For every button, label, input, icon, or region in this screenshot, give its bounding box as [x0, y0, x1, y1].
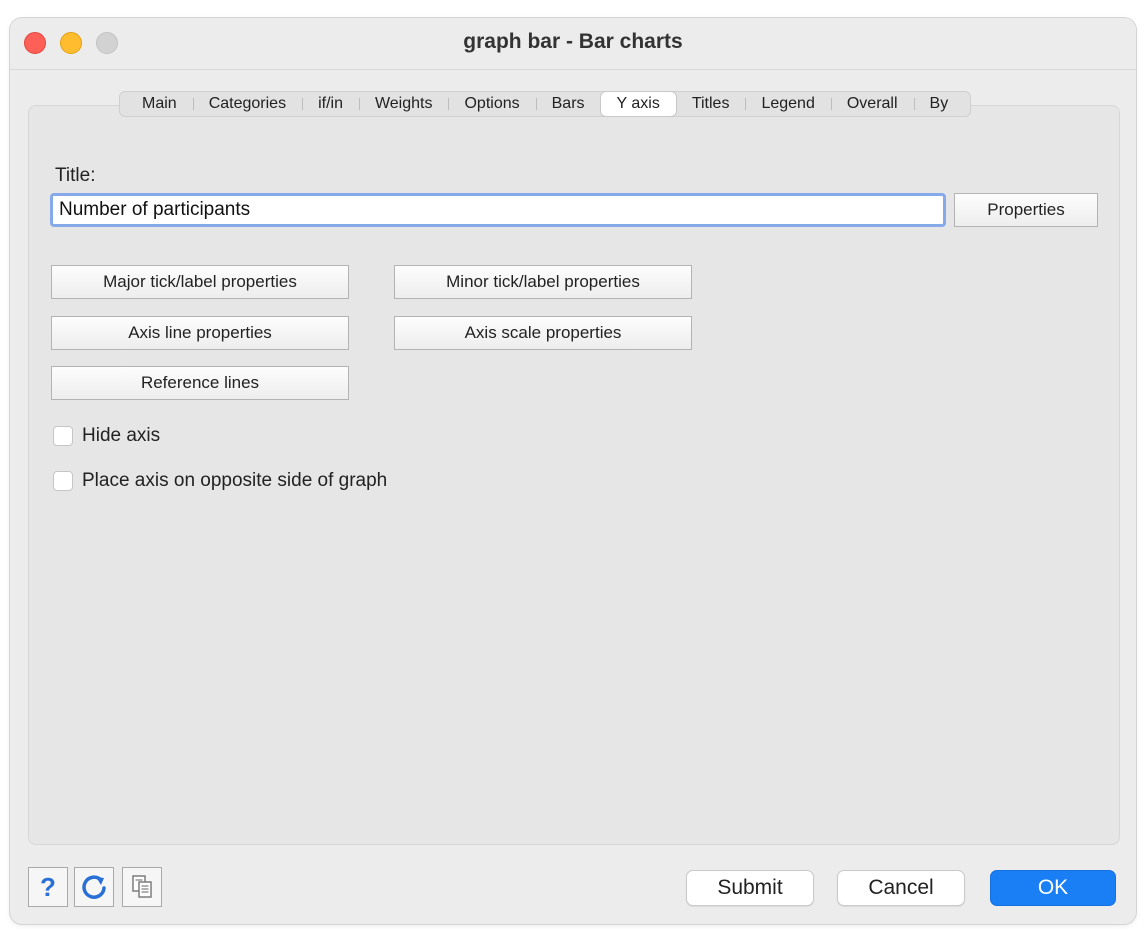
- tab-weights[interactable]: Weights: [358, 92, 449, 116]
- tab-y-axis[interactable]: Y axis: [600, 92, 676, 116]
- reference-lines-button[interactable]: Reference lines: [51, 366, 349, 400]
- title-bar: graph bar - Bar charts: [10, 18, 1136, 70]
- tab-overall[interactable]: Overall: [830, 92, 914, 116]
- opposite-side-checkbox[interactable]: [53, 471, 73, 491]
- major-tick-label-properties-button[interactable]: Major tick/label properties: [51, 265, 349, 299]
- minor-tick-label-properties-button[interactable]: Minor tick/label properties: [394, 265, 692, 299]
- dialog-window: graph bar - Bar charts Main Categories i…: [10, 18, 1136, 924]
- tab-main[interactable]: Main: [126, 92, 193, 116]
- opposite-side-option[interactable]: Place axis on opposite side of graph: [53, 470, 387, 492]
- hide-axis-label: Hide axis: [82, 425, 161, 446]
- tab-titles[interactable]: Titles: [676, 92, 746, 116]
- tab-options[interactable]: Options: [448, 92, 535, 116]
- ok-button[interactable]: OK: [990, 870, 1116, 906]
- axis-scale-properties-button[interactable]: Axis scale properties: [394, 316, 692, 350]
- help-icon: ?: [40, 871, 56, 902]
- tab-categories[interactable]: Categories: [192, 92, 302, 116]
- help-button[interactable]: ?: [28, 867, 68, 907]
- title-properties-button[interactable]: Properties: [954, 193, 1098, 227]
- copy-command-icon: [132, 875, 152, 898]
- axis-title-label: Title:: [55, 165, 96, 186]
- opposite-side-label: Place axis on opposite side of graph: [82, 470, 388, 491]
- submit-button[interactable]: Submit: [686, 870, 814, 906]
- hide-axis-checkbox[interactable]: [53, 426, 73, 446]
- hide-axis-option[interactable]: Hide axis: [53, 425, 160, 447]
- window-title: graph bar - Bar charts: [463, 30, 683, 53]
- cancel-button[interactable]: Cancel: [837, 870, 965, 906]
- axis-title-input[interactable]: [50, 193, 946, 227]
- reset-button[interactable]: [74, 867, 114, 907]
- tab-by[interactable]: By: [913, 92, 965, 116]
- tab-bar: Main Categories if/in Weights Options Ba…: [119, 91, 972, 117]
- axis-line-properties-button[interactable]: Axis line properties: [51, 316, 349, 350]
- tab-legend[interactable]: Legend: [745, 92, 830, 116]
- tab-bars[interactable]: Bars: [535, 92, 601, 116]
- tab-if-in[interactable]: if/in: [302, 92, 359, 116]
- refresh-icon: [82, 875, 106, 899]
- copy-command-button[interactable]: [122, 867, 162, 907]
